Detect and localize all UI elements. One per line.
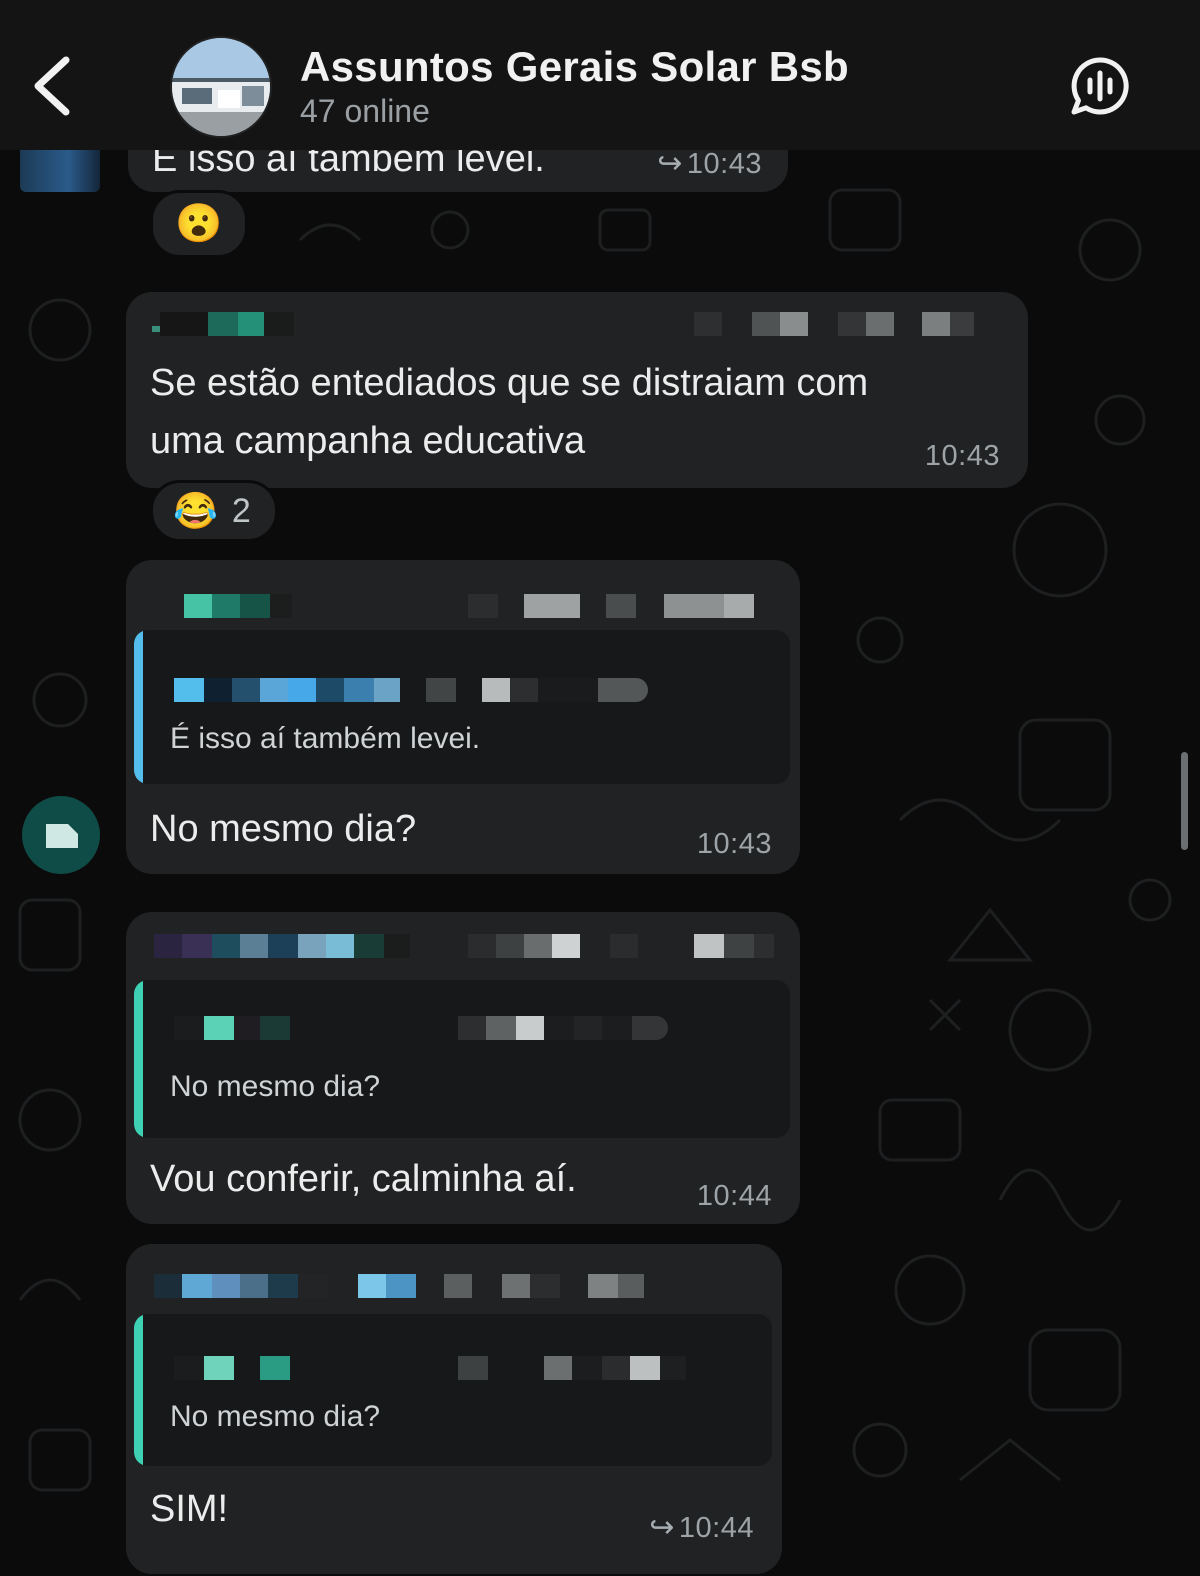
quote-accent-bar bbox=[134, 980, 143, 1138]
sender-avatar[interactable] bbox=[22, 796, 100, 874]
quoted-text: No mesmo dia? bbox=[170, 1400, 381, 1433]
sender-name-blurred bbox=[152, 312, 294, 336]
group-photo bbox=[172, 38, 270, 136]
voice-chat-icon bbox=[1071, 57, 1129, 115]
quoted-sender-blurred bbox=[174, 1016, 668, 1040]
group-title[interactable]: Assuntos Gerais Solar Bsb bbox=[300, 43, 849, 91]
sender-phone-blurred bbox=[694, 312, 974, 336]
sender-name-blurred bbox=[184, 594, 292, 618]
reaction-badge[interactable]: 😂 2 bbox=[150, 480, 278, 542]
message-time: ↪ 10:44 bbox=[649, 1511, 754, 1544]
message-text: SIM! bbox=[150, 1488, 229, 1530]
message-bubble[interactable]: No mesmo dia? SIM! ↪ 10:44 bbox=[126, 1244, 782, 1574]
sender-name-blurred bbox=[154, 1274, 644, 1298]
default-avatar-icon bbox=[46, 824, 78, 848]
quoted-text: É isso aí também levei. bbox=[170, 722, 481, 755]
voice-chat-button[interactable] bbox=[1068, 54, 1132, 118]
quoted-message[interactable]: É isso aí também levei. bbox=[134, 630, 790, 784]
forwarded-icon: ↪ bbox=[657, 147, 683, 180]
message-time: ↪ 10:43 bbox=[657, 147, 762, 180]
quoted-sender-blurred bbox=[174, 1356, 686, 1380]
message-bubble[interactable]: No mesmo dia? Vou conferir, calminha aí.… bbox=[126, 912, 800, 1224]
online-count: 47 online bbox=[300, 93, 430, 129]
surprised-emoji-icon: 😮 bbox=[175, 203, 223, 245]
quoted-sender-blurred bbox=[174, 678, 648, 702]
quoted-message[interactable]: No mesmo dia? bbox=[134, 1314, 772, 1466]
chat-header: Assuntos Gerais Solar Bsb 47 online bbox=[0, 0, 1200, 150]
reaction-count: 2 bbox=[231, 491, 251, 530]
quoted-message[interactable]: No mesmo dia? bbox=[134, 980, 790, 1138]
message-bubble[interactable]: É isso aí também levei. No mesmo dia? 10… bbox=[126, 560, 800, 874]
message-text-line2: uma campanha educativa bbox=[150, 420, 586, 462]
sender-phone-blurred bbox=[468, 934, 774, 958]
back-button[interactable] bbox=[22, 44, 86, 128]
message-time: 10:44 bbox=[696, 1180, 772, 1212]
message-bubble[interactable]: Se estão entediados que se distraiam com… bbox=[126, 292, 1028, 488]
sender-phone-blurred bbox=[468, 594, 754, 618]
message-text-line1: Se estão entediados que se distraiam com bbox=[150, 362, 869, 404]
laughing-emoji-icon: 😂 bbox=[173, 490, 218, 531]
quote-accent-bar bbox=[134, 630, 143, 784]
scrollbar[interactable] bbox=[1181, 752, 1188, 850]
quote-accent-bar bbox=[134, 1314, 143, 1466]
reaction-badge[interactable]: 😮 bbox=[150, 190, 248, 258]
message-time: 10:43 bbox=[696, 828, 772, 860]
sender-name-blurred bbox=[154, 934, 410, 958]
message-text: Vou conferir, calminha aí. bbox=[150, 1158, 577, 1200]
quoted-text: No mesmo dia? bbox=[170, 1070, 381, 1103]
message-text: No mesmo dia? bbox=[150, 808, 417, 850]
forwarded-icon: ↪ bbox=[649, 1511, 675, 1544]
chevron-left-icon bbox=[34, 56, 70, 116]
group-avatar[interactable] bbox=[170, 36, 272, 138]
message-time: 10:43 bbox=[924, 440, 1000, 472]
